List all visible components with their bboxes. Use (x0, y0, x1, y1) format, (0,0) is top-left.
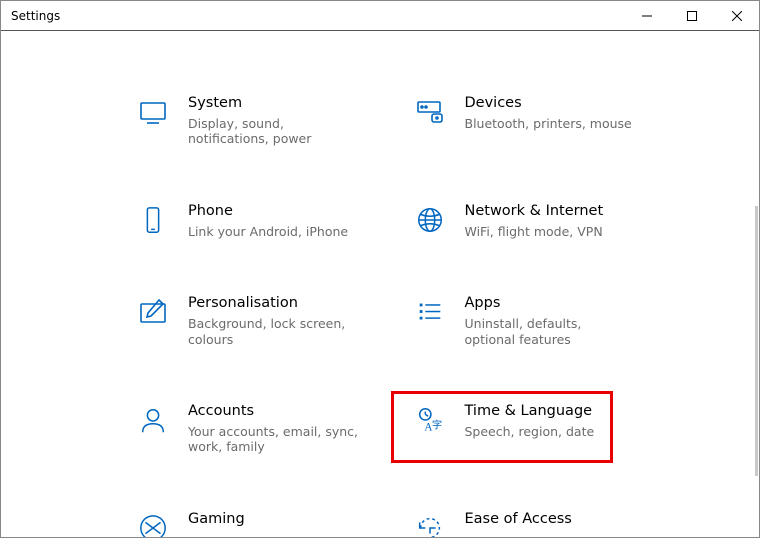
category-desc: Your accounts, email, sync, work, family (188, 424, 358, 455)
category-devices[interactable]: Devices Bluetooth, printers, mouse (413, 91, 670, 151)
category-accounts[interactable]: Accounts Your accounts, email, sync, wor… (136, 399, 393, 459)
category-title: Network & Internet (465, 203, 604, 220)
minimize-button[interactable] (624, 1, 669, 30)
category-desc: WiFi, flight mode, VPN (465, 224, 604, 240)
category-title: Gaming (188, 511, 245, 528)
category-desc: Background, lock screen, colours (188, 316, 358, 347)
category-desc: Link your Android, iPhone (188, 224, 348, 240)
time-language-icon: A字 (413, 403, 447, 437)
category-desc: Speech, region, date (465, 424, 595, 440)
category-personalisation[interactable]: Personalisation Background, lock screen,… (136, 291, 393, 351)
category-network[interactable]: Network & Internet WiFi, flight mode, VP… (413, 199, 670, 243)
category-title: Ease of Access (465, 511, 572, 528)
category-system[interactable]: System Display, sound, notifications, po… (136, 91, 393, 151)
settings-content: System Display, sound, notifications, po… (1, 31, 759, 537)
close-button[interactable] (714, 1, 759, 30)
phone-icon (136, 203, 170, 237)
category-title: Devices (465, 95, 632, 112)
window-controls (624, 1, 759, 30)
category-grid: System Display, sound, notifications, po… (1, 31, 759, 537)
scrollbar[interactable] (755, 206, 758, 476)
category-title: Phone (188, 203, 348, 220)
titlebar: Settings (1, 1, 759, 31)
category-title: Time & Language (465, 403, 595, 420)
category-time-language[interactable]: A字 Time & Language Speech, region, date (413, 399, 670, 459)
devices-icon (413, 95, 447, 129)
category-gaming[interactable]: Gaming (136, 507, 393, 537)
maximize-button[interactable] (669, 1, 714, 30)
window-title: Settings (11, 9, 60, 23)
category-title: Apps (465, 295, 635, 312)
category-desc: Display, sound, notifications, power (188, 116, 358, 147)
category-title: Personalisation (188, 295, 358, 312)
apps-icon (413, 295, 447, 329)
system-icon (136, 95, 170, 129)
category-apps[interactable]: Apps Uninstall, defaults, optional featu… (413, 291, 670, 351)
category-ease-of-access[interactable]: Ease of Access (413, 507, 670, 537)
category-phone[interactable]: Phone Link your Android, iPhone (136, 199, 393, 243)
category-desc: Bluetooth, printers, mouse (465, 116, 632, 132)
gaming-icon (136, 511, 170, 537)
network-icon (413, 203, 447, 237)
category-title: System (188, 95, 358, 112)
category-title: Accounts (188, 403, 358, 420)
ease-of-access-icon (413, 511, 447, 537)
category-desc: Uninstall, defaults, optional features (465, 316, 635, 347)
personalisation-icon (136, 295, 170, 329)
accounts-icon (136, 403, 170, 437)
svg-text:字: 字 (431, 419, 441, 432)
